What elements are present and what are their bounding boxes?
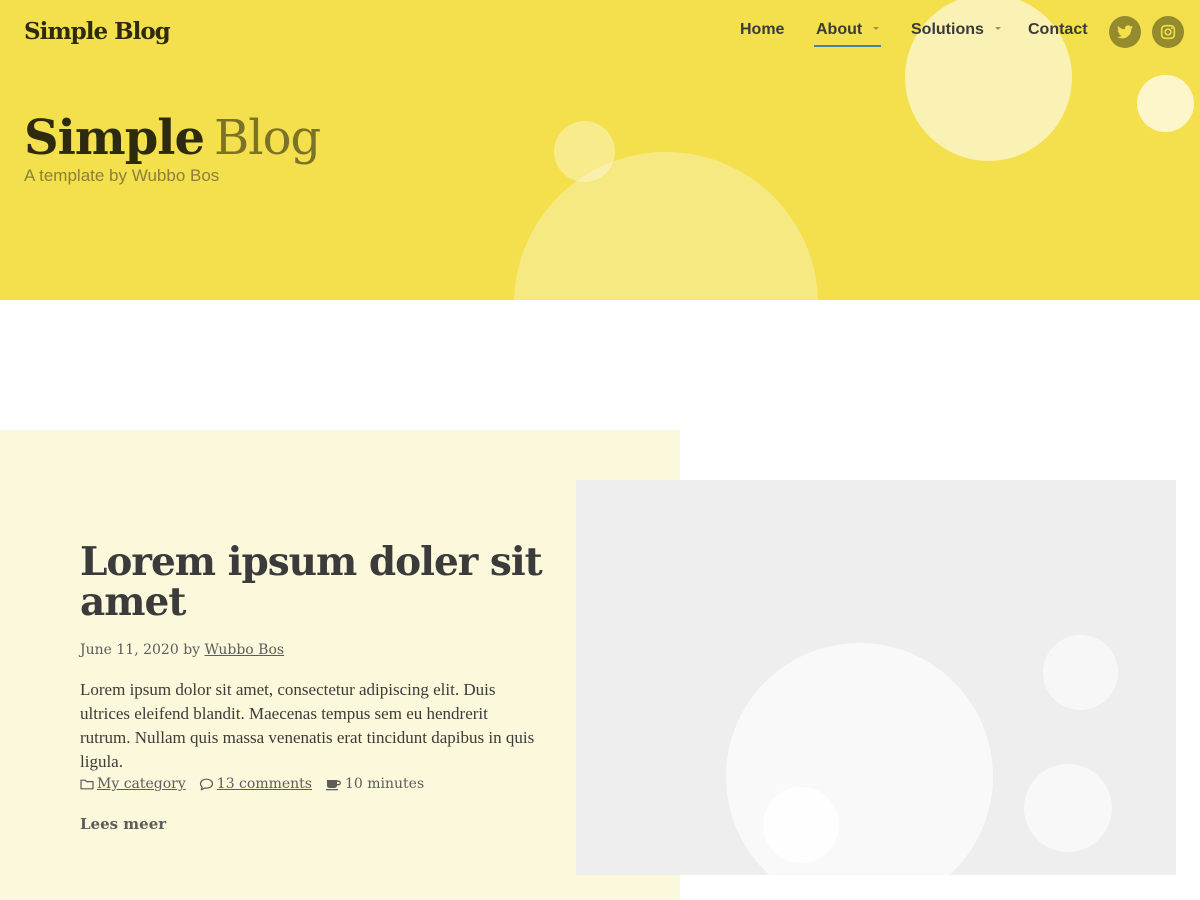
hero-title: Simple Blog	[24, 108, 321, 168]
hero-title-strong: Simple	[24, 110, 205, 166]
chevron-down-icon	[994, 27, 1001, 30]
read-more-link[interactable]: Lees meer	[80, 815, 166, 833]
comments-link[interactable]: 13 comments	[217, 776, 312, 792]
post-category: My category	[80, 776, 186, 792]
post-title[interactable]: Lorem ipsum doler sit amet	[80, 542, 550, 622]
post-date: June 11, 2020	[80, 642, 179, 658]
hero-title-light: Blog	[214, 110, 321, 166]
twitter-icon	[1117, 25, 1133, 39]
post-tags: My category 13 comments 10 minutes	[80, 776, 424, 792]
post-read-time: 10 minutes	[325, 776, 424, 792]
nav-item-about[interactable]: About	[816, 21, 880, 39]
site-logo[interactable]: Simple Blog	[24, 18, 171, 45]
comment-icon	[199, 778, 213, 790]
decorative-circle	[1024, 764, 1112, 852]
instagram-icon	[1160, 24, 1176, 40]
hero-header: Simple Blog Home About Solutions Contact…	[0, 0, 1200, 300]
chevron-down-icon	[873, 27, 880, 30]
nav-item-label: Contact	[1028, 21, 1088, 38]
decorative-circle	[554, 121, 615, 182]
nav-item-home[interactable]: Home	[740, 21, 784, 39]
decorative-circle	[1137, 75, 1194, 132]
post-image[interactable]	[576, 480, 1176, 875]
read-time-label: 10 minutes	[345, 776, 425, 792]
decorative-circle	[514, 152, 818, 300]
folder-icon	[80, 779, 94, 790]
twitter-button[interactable]	[1109, 16, 1141, 48]
nav-item-label: Solutions	[911, 21, 984, 38]
nav-item-solutions[interactable]: Solutions	[911, 21, 1001, 39]
nav-item-contact[interactable]: Contact	[1028, 21, 1088, 39]
instagram-button[interactable]	[1152, 16, 1184, 48]
hero-subtitle: A template by Wubbo Bos	[24, 166, 220, 185]
post-by: by	[183, 642, 201, 658]
coffee-icon	[326, 779, 341, 790]
category-link[interactable]: My category	[97, 776, 186, 792]
author-link[interactable]: Wubbo Bos	[205, 642, 285, 658]
post-meta: June 11, 2020 by Wubbo Bos	[80, 642, 284, 658]
decorative-circle	[1043, 635, 1118, 710]
active-nav-indicator	[814, 45, 881, 47]
post-comments: 13 comments	[199, 776, 312, 792]
decorative-circle	[763, 787, 839, 863]
nav-item-label: About	[816, 21, 863, 38]
nav-item-label: Home	[740, 21, 785, 38]
post-excerpt: Lorem ipsum dolor sit amet, consectetur …	[80, 680, 535, 771]
